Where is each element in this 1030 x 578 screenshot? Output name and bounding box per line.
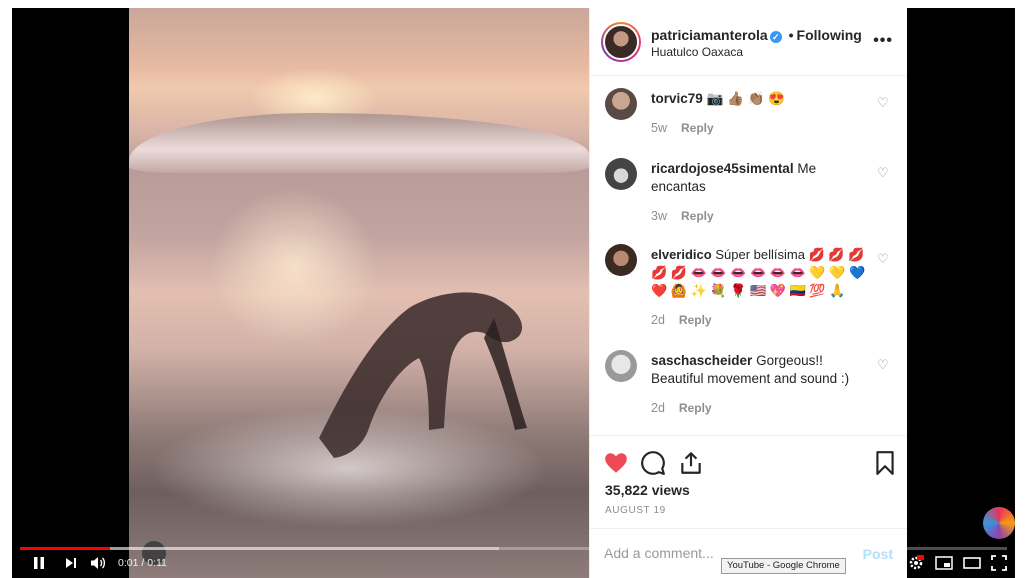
reply-button[interactable]: Reply <box>679 313 712 327</box>
theater-mode-icon[interactable] <box>963 557 981 569</box>
reply-button[interactable]: Reply <box>679 401 712 415</box>
time-display: 0:01 / 0:11 <box>118 557 167 569</box>
heart-outline-icon[interactable]: ♡ <box>877 96 891 110</box>
author-username[interactable]: patriciamanterola <box>651 27 768 43</box>
commenter-avatar[interactable] <box>605 158 637 190</box>
like-heart-filled-icon[interactable] <box>603 450 629 476</box>
window-tooltip: YouTube - Google Chrome <box>721 558 846 574</box>
channel-brand-icon[interactable] <box>983 507 1015 539</box>
comment-username[interactable]: torvic79 <box>651 91 703 106</box>
progress-played <box>20 547 110 550</box>
comment-age[interactable]: 5w <box>651 121 667 135</box>
comment-username[interactable]: saschascheider <box>651 353 752 368</box>
reply-button[interactable]: Reply <box>681 209 714 223</box>
following-button[interactable]: Following <box>797 27 862 43</box>
fullscreen-icon[interactable] <box>991 555 1007 571</box>
author-line: patriciamanterola ✓ • Following <box>651 27 862 43</box>
volume-icon[interactable] <box>90 555 106 571</box>
post-photo <box>129 8 589 578</box>
header-separator: • <box>788 27 794 43</box>
pause-icon[interactable] <box>32 556 46 570</box>
comment-age[interactable]: 3w <box>651 209 667 223</box>
view-count[interactable]: 35,822 views <box>605 482 690 498</box>
comment-username[interactable]: elveridico <box>651 247 712 262</box>
next-icon[interactable] <box>65 557 77 569</box>
heart-outline-icon[interactable]: ♡ <box>877 252 891 266</box>
comment-username[interactable]: ricardojose45simental <box>651 161 794 176</box>
miniplayer-icon[interactable] <box>935 556 953 570</box>
bookmark-icon[interactable] <box>872 450 898 476</box>
comments-list: torvic79 📷 👍🏽 👏🏽 😍 5w Reply ♡ ricardojose… <box>590 76 907 436</box>
post-location[interactable]: Huatulco Oaxaca <box>651 45 743 59</box>
share-icon[interactable] <box>678 450 704 476</box>
progress-bar[interactable] <box>20 547 1007 550</box>
heart-outline-icon[interactable]: ♡ <box>877 358 891 372</box>
instagram-post-panel: patriciamanterola ✓ • Following Huatulco O… <box>589 8 907 578</box>
commenter-avatar[interactable] <box>605 350 637 382</box>
comment-age[interactable]: 2d <box>651 401 665 415</box>
ocean-wave <box>129 113 589 173</box>
comment-text: 📷 👍🏽 👏🏽 😍 <box>706 91 786 106</box>
post-date[interactable]: AUGUST 19 <box>605 505 666 516</box>
heart-outline-icon[interactable]: ♡ <box>877 166 891 180</box>
commenter-avatar[interactable] <box>605 244 637 276</box>
commenter-avatar[interactable] <box>605 88 637 120</box>
author-avatar[interactable] <box>601 22 641 62</box>
post-header: patriciamanterola ✓ • Following Huatulco O… <box>590 8 907 76</box>
comment-age[interactable]: 2d <box>651 313 665 327</box>
comment-bubble-icon[interactable] <box>640 450 666 476</box>
video-player[interactable]: patriciamanterola ✓ • Following Huatulco O… <box>12 8 1015 578</box>
more-options-icon[interactable]: ••• <box>873 32 893 50</box>
reply-button[interactable]: Reply <box>681 121 714 135</box>
settings-gear-icon[interactable] <box>908 555 924 571</box>
verified-badge-icon: ✓ <box>769 31 782 43</box>
woman-silhouette <box>319 292 527 458</box>
